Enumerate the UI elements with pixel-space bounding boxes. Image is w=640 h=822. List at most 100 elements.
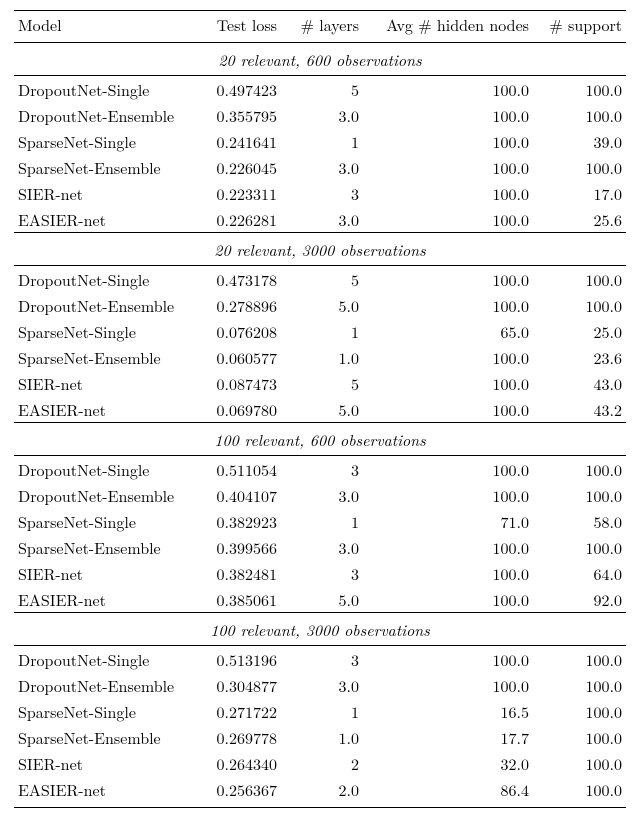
cell-layers: 1.0 [281,724,363,750]
cell-layers: 5 [281,370,363,396]
cell-loss: 0.264340 [191,750,281,776]
cell-layers: 5.0 [281,586,363,613]
cell-loss: 0.271722 [191,698,281,724]
cell-layers: 5.0 [281,396,363,423]
cell-model: DropoutNet-Ensemble [14,482,191,508]
cell-nodes: 32.0 [363,750,533,776]
cell-model: DropoutNet-Ensemble [14,672,191,698]
cell-nodes: 16.5 [363,698,533,724]
cell-nodes: 100.0 [363,266,533,293]
cell-support: 23.6 [533,344,626,370]
table-row: EASIER-net0.3850615.0100.092.0 [14,586,626,613]
table-row: SparseNet-Ensemble0.0605771.0100.023.6 [14,344,626,370]
cell-loss: 0.513196 [191,646,281,673]
table-row: DropoutNet-Single0.5110543100.0100.0 [14,456,626,483]
cell-nodes: 100.0 [363,370,533,396]
cell-support: 100.0 [533,482,626,508]
section-title: 20 relevant, 600 observations [14,43,626,76]
cell-support: 100.0 [533,672,626,698]
table-row: DropoutNet-Single0.5131963100.0100.0 [14,646,626,673]
cell-model: SparseNet-Single [14,128,191,154]
cell-support: 25.6 [533,206,626,233]
cell-nodes: 17.7 [363,724,533,750]
cell-model: SparseNet-Single [14,318,191,344]
cell-nodes: 100.0 [363,482,533,508]
cell-nodes: 100.0 [363,586,533,613]
table-row: SIER-net0.3824813100.064.0 [14,560,626,586]
cell-layers: 1.0 [281,344,363,370]
cell-model: DropoutNet-Ensemble [14,292,191,318]
cell-support: 100.0 [533,534,626,560]
cell-loss: 0.226281 [191,206,281,233]
cell-model: EASIER-net [14,776,191,807]
cell-nodes: 100.0 [363,560,533,586]
cell-layers: 2.0 [281,776,363,807]
cell-support: 100.0 [533,724,626,750]
cell-layers: 3.0 [281,534,363,560]
cell-layers: 1 [281,508,363,534]
results-table-body: 20 relevant, 600 observationsDropoutNet-… [14,43,626,808]
cell-nodes: 100.0 [363,180,533,206]
section-header: 100 relevant, 600 observations [14,423,626,456]
cell-model: SparseNet-Ensemble [14,154,191,180]
col-header-loss: Test loss [191,11,281,43]
cell-model: SparseNet-Ensemble [14,534,191,560]
cell-support: 43.0 [533,370,626,396]
cell-loss: 0.382923 [191,508,281,534]
cell-loss: 0.404107 [191,482,281,508]
cell-loss: 0.256367 [191,776,281,807]
col-header-support: # support [533,11,626,43]
table-row: DropoutNet-Single0.4974235100.0100.0 [14,76,626,103]
table-row: DropoutNet-Ensemble0.4041073.0100.0100.0 [14,482,626,508]
cell-support: 92.0 [533,586,626,613]
col-header-layers: # layers [281,11,363,43]
cell-layers: 2 [281,750,363,776]
cell-layers: 3 [281,646,363,673]
cell-model: SIER-net [14,370,191,396]
section-title: 100 relevant, 600 observations [14,423,626,456]
cell-nodes: 100.0 [363,154,533,180]
cell-nodes: 86.4 [363,776,533,807]
cell-nodes: 100.0 [363,396,533,423]
cell-model: DropoutNet-Single [14,646,191,673]
col-header-model: Model [14,11,191,43]
cell-nodes: 100.0 [363,646,533,673]
cell-model: SparseNet-Single [14,698,191,724]
cell-nodes: 100.0 [363,102,533,128]
cell-support: 39.0 [533,128,626,154]
cell-layers: 5 [281,266,363,293]
cell-loss: 0.304877 [191,672,281,698]
cell-loss: 0.399566 [191,534,281,560]
cell-support: 100.0 [533,266,626,293]
cell-support: 100.0 [533,102,626,128]
section-title: 20 relevant, 3000 observations [14,233,626,266]
cell-nodes: 100.0 [363,128,533,154]
cell-loss: 0.511054 [191,456,281,483]
cell-support: 25.0 [533,318,626,344]
table-row: SparseNet-Ensemble0.2697781.017.7100.0 [14,724,626,750]
cell-loss: 0.226045 [191,154,281,180]
cell-loss: 0.069780 [191,396,281,423]
cell-support: 17.0 [533,180,626,206]
table-row: SIER-net0.0874735100.043.0 [14,370,626,396]
cell-loss: 0.269778 [191,724,281,750]
table-row: SparseNet-Single0.382923171.058.0 [14,508,626,534]
table-row: EASIER-net0.2563672.086.4100.0 [14,776,626,807]
results-table: Model Test loss # layers Avg # hidden no… [14,10,626,808]
table-row: DropoutNet-Ensemble0.2788965.0100.0100.0 [14,292,626,318]
cell-loss: 0.473178 [191,266,281,293]
cell-model: DropoutNet-Single [14,76,191,103]
cell-model: SIER-net [14,560,191,586]
cell-layers: 3.0 [281,154,363,180]
cell-model: DropoutNet-Ensemble [14,102,191,128]
cell-layers: 1 [281,318,363,344]
cell-loss: 0.076208 [191,318,281,344]
cell-loss: 0.497423 [191,76,281,103]
cell-support: 100.0 [533,76,626,103]
cell-layers: 3 [281,456,363,483]
cell-support: 100.0 [533,750,626,776]
table-row: SparseNet-Ensemble0.3995663.0100.0100.0 [14,534,626,560]
cell-model: DropoutNet-Single [14,266,191,293]
cell-nodes: 100.0 [363,76,533,103]
cell-support: 100.0 [533,698,626,724]
